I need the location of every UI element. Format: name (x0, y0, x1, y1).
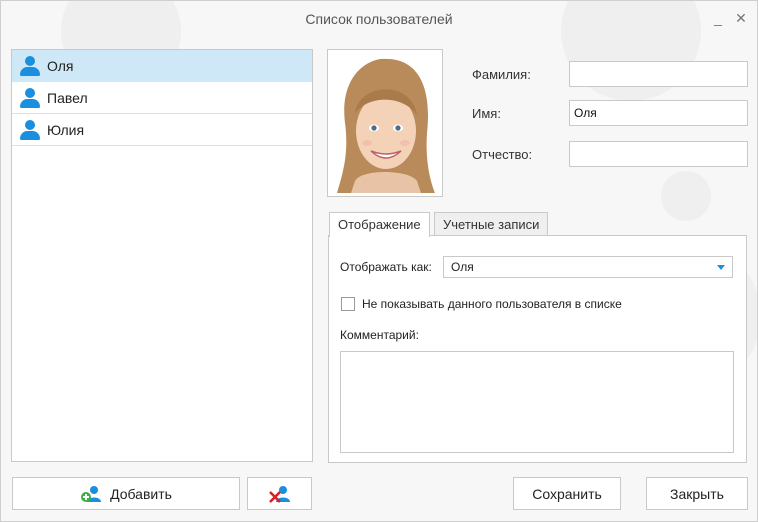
hide-user-label: Не показывать данного пользователя в спи… (362, 297, 622, 311)
user-photo-image (331, 53, 439, 193)
tab-display[interactable]: Отображение (329, 212, 430, 237)
close-button[interactable]: Закрыть (646, 477, 748, 510)
tab-panel-display: Отображать как: Оля Не показывать данног… (328, 235, 747, 463)
comment-label: Комментарий: (340, 328, 419, 342)
tab-accounts[interactable]: Учетные записи (434, 212, 549, 236)
firstname-field[interactable] (569, 100, 748, 126)
list-item-user-olya[interactable]: Оля (12, 50, 312, 82)
window-title: Список пользователей (305, 11, 453, 27)
user-name: Оля (47, 57, 74, 74)
display-as-label: Отображать как: (340, 260, 432, 274)
list-item-user-pavel[interactable]: Павел (12, 82, 312, 114)
user-list-window: Список пользователей _ ✕ Оля Павел Юлия (0, 0, 758, 522)
close-icon[interactable]: ✕ (732, 9, 750, 27)
user-list[interactable]: Оля Павел Юлия (11, 49, 313, 462)
patronymic-label: Отчество: (472, 147, 533, 162)
save-button[interactable]: Сохранить (513, 477, 621, 510)
user-name: Павел (47, 89, 88, 106)
lastname-label: Фамилия: (472, 67, 531, 82)
user-icon (20, 87, 40, 108)
firstname-label: Имя: (472, 106, 501, 121)
add-user-label: Добавить (110, 485, 172, 502)
lastname-field[interactable] (569, 61, 748, 87)
delete-user-button[interactable] (247, 477, 312, 510)
add-user-button[interactable]: Добавить (12, 477, 240, 510)
list-item-user-yulia[interactable]: Юлия (12, 114, 312, 146)
display-as-value: Оля (451, 260, 474, 274)
user-icon (20, 119, 40, 140)
comment-field[interactable] (340, 351, 734, 453)
display-as-select[interactable]: Оля (443, 256, 733, 278)
add-user-icon (81, 485, 102, 502)
patronymic-field[interactable] (569, 141, 748, 167)
user-photo[interactable] (327, 49, 443, 197)
minimize-icon[interactable]: _ (709, 9, 727, 27)
background-decor (661, 171, 711, 221)
title-bar: Список пользователей _ ✕ (1, 1, 757, 37)
user-name: Юлия (47, 121, 85, 138)
chevron-down-icon (717, 265, 725, 270)
delete-user-icon (268, 485, 290, 503)
user-icon (20, 55, 40, 76)
hide-user-checkbox[interactable] (341, 297, 355, 311)
